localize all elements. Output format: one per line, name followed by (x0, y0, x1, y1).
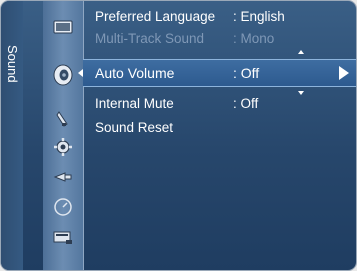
osd-menu-frame: Sound Preferred Language: English Multi… (0, 0, 357, 271)
menu-item-value: : English (233, 9, 285, 24)
menu-item-value: : Off (233, 65, 260, 81)
category-tab: Sound (1, 1, 23, 270)
category-icon-column (43, 1, 84, 270)
setup-icon[interactable] (51, 135, 75, 159)
menu-item-label: Preferred Language (95, 9, 216, 24)
menu-item-preferred-language[interactable]: Preferred Language : English (95, 6, 355, 28)
menu-item-label: Sound Reset (95, 120, 174, 135)
menu-item-value: : Off (233, 96, 259, 111)
menu-item-label: Internal Mute (95, 96, 174, 111)
input-icon[interactable] (51, 165, 75, 189)
sound-menu: Preferred Language : English Multi-Track… (83, 1, 356, 270)
picture-icon[interactable] (51, 15, 75, 39)
menu-item-sound-reset[interactable]: Sound Reset (95, 117, 355, 139)
menu-item-label: Auto Volume (95, 65, 175, 81)
menu-item-value: : Mono (233, 31, 275, 46)
category-tab-label: Sound (5, 45, 20, 83)
menu-item-label: Multi-Track Sound (95, 31, 205, 46)
application-icon[interactable] (51, 195, 75, 219)
menu-item-multi-track-sound: Multi-Track Sound : Mono (95, 28, 355, 50)
menu-item-internal-mute[interactable]: Internal Mute : Off (95, 93, 355, 115)
sound-icon[interactable] (51, 63, 75, 87)
support-icon[interactable] (51, 225, 75, 249)
right-arrow-icon (339, 66, 349, 80)
scroll-up-icon (298, 50, 304, 54)
menu-item-auto-volume[interactable]: Auto Volume : Off (83, 59, 356, 87)
channel-icon[interactable] (51, 107, 75, 131)
